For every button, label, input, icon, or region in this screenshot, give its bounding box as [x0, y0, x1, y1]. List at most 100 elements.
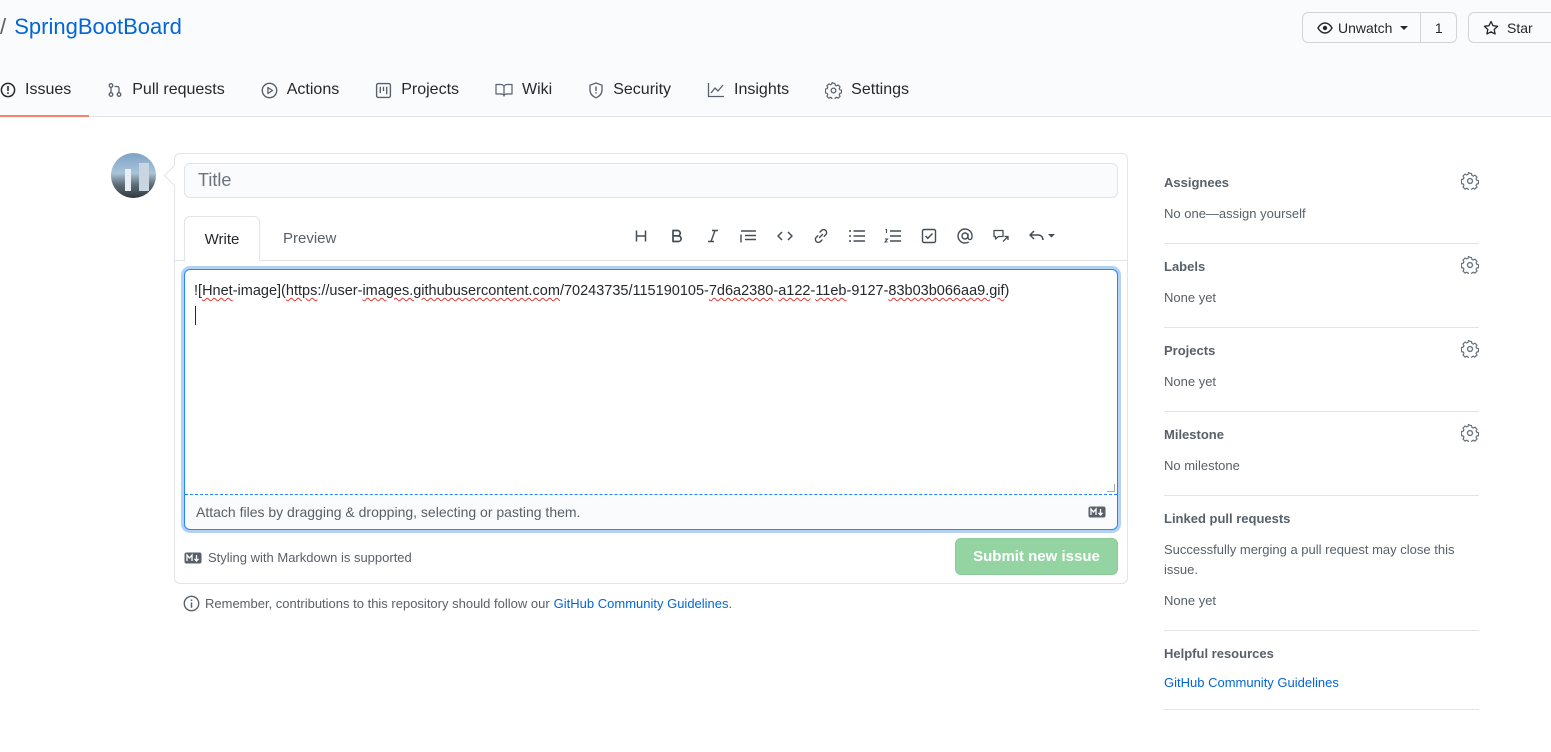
quote-button[interactable] — [739, 226, 759, 246]
tab-issues[interactable]: Issues — [0, 70, 90, 117]
quote-icon — [740, 230, 756, 243]
labels-title[interactable]: Labels — [1164, 259, 1479, 274]
italic-button[interactable] — [703, 226, 723, 246]
gear-icon[interactable] — [1461, 172, 1479, 190]
tab-wiki-label: Wiki — [522, 81, 553, 98]
star-label: Star — [1507, 19, 1533, 36]
tab-projects-label: Projects — [401, 81, 460, 98]
star-icon — [1483, 20, 1499, 35]
tab-projects[interactable]: Projects — [375, 70, 477, 110]
unwatch-button[interactable]: Unwatch — [1303, 13, 1422, 42]
ordered-list-button[interactable] — [883, 226, 903, 246]
linked-pull-requests-section: Linked pull requests Successfully mergin… — [1164, 496, 1479, 631]
tab-pull-requests-label: Pull requests — [132, 81, 225, 98]
code-icon — [777, 231, 793, 241]
unwatch-label: Unwatch — [1338, 19, 1393, 36]
link-button[interactable] — [811, 226, 831, 246]
eye-icon — [1317, 21, 1333, 34]
milestone-title[interactable]: Milestone — [1164, 427, 1479, 442]
reply-icon — [1029, 230, 1055, 241]
assignees-title[interactable]: Assignees — [1164, 175, 1479, 190]
markdown-note-text[interactable]: Styling with Markdown is supported — [208, 550, 412, 565]
path-separator: / — [0, 14, 7, 39]
tab-actions[interactable]: Actions — [261, 70, 357, 110]
attach-files-text: Attach files by dragging & dropping, sel… — [196, 504, 581, 520]
helpful-resources-title: Helpful resources — [1164, 646, 1274, 661]
cross-reference-icon — [993, 229, 1009, 242]
issue-icon — [0, 82, 16, 98]
shield-icon — [589, 81, 603, 98]
unordered-list-button[interactable] — [847, 226, 867, 246]
community-guidelines-link[interactable]: GitHub Community Guidelines — [554, 596, 729, 611]
projects-section: Projects None yet — [1164, 328, 1479, 412]
markdown-toolbar — [631, 226, 1059, 246]
assignees-value[interactable]: No one—assign yourself — [1164, 204, 1479, 224]
bold-icon — [672, 229, 682, 243]
tab-preview[interactable]: Preview — [283, 216, 336, 261]
linked-pull-requests-desc: Successfully merging a pull request may … — [1164, 542, 1455, 577]
community-guidelines-sidebar-link[interactable]: GitHub Community Guidelines — [1164, 675, 1479, 690]
task-list-button[interactable] — [919, 226, 939, 246]
unordered-list-icon — [849, 230, 865, 242]
linked-pull-requests-value: None yet — [1164, 593, 1217, 608]
reminder-end: . — [728, 596, 733, 611]
task-list-icon — [921, 228, 937, 244]
gear-icon[interactable] — [1461, 424, 1479, 442]
tab-settings-label: Settings — [851, 81, 909, 98]
tab-actions-label: Actions — [286, 81, 340, 98]
reply-button[interactable] — [1027, 226, 1059, 246]
projects-title[interactable]: Projects — [1164, 343, 1479, 358]
reference-button[interactable] — [991, 226, 1011, 246]
labels-value: None yet — [1164, 290, 1217, 305]
repo-title: / SpringBootBoard — [0, 14, 182, 40]
tab-insights[interactable]: Insights — [707, 70, 807, 110]
title-input[interactable] — [184, 163, 1118, 198]
play-icon — [261, 82, 278, 98]
repo-name-link[interactable]: SpringBootBoard — [14, 14, 182, 39]
link-icon — [814, 228, 828, 244]
tab-insights-label: Insights — [734, 81, 790, 98]
linked-pull-requests-title: Linked pull requests — [1164, 511, 1291, 526]
star-button[interactable]: Star — [1468, 12, 1551, 43]
book-icon — [495, 83, 513, 97]
tab-write[interactable]: Write — [184, 216, 260, 262]
code-button[interactable] — [775, 226, 795, 246]
markdown-note: Styling with Markdown is supported — [184, 550, 412, 565]
graph-icon — [707, 83, 725, 98]
issue-body-text: ![Hnet-image](https://user-images.github… — [194, 283, 1010, 299]
info-icon — [183, 595, 200, 612]
tab-wiki[interactable]: Wiki — [495, 70, 570, 110]
watch-control: Unwatch 1 — [1302, 12, 1457, 43]
project-icon — [376, 82, 392, 98]
repo-header: / SpringBootBoard Unwatch 1 Star Issues … — [0, 0, 1551, 117]
chevron-down-icon — [1400, 25, 1409, 30]
bold-button[interactable] — [667, 226, 687, 246]
resize-handle[interactable] — [1107, 484, 1115, 492]
tab-pull-requests[interactable]: Pull requests — [107, 70, 243, 110]
heading-button[interactable] — [631, 226, 651, 246]
avatar[interactable] — [111, 153, 156, 198]
issue-body-textarea[interactable]: ![Hnet-image](https://user-images.github… — [184, 269, 1118, 530]
gear-icon[interactable] — [1461, 340, 1479, 358]
reminder-text: Remember, contributions to this reposito… — [205, 596, 550, 611]
submit-new-issue-button[interactable]: Submit new issue — [955, 538, 1118, 575]
gear-icon — [825, 81, 843, 99]
markdown-icon — [184, 552, 202, 563]
repo-tabs: Issues Pull requests Actions Projects Wi… — [0, 70, 945, 117]
tab-settings[interactable]: Settings — [825, 70, 927, 110]
watchers-count[interactable]: 1 — [1421, 20, 1456, 36]
pull-request-icon — [108, 83, 122, 97]
guidelines-reminder: Remember, contributions to this reposito… — [183, 595, 732, 612]
attach-files-bar[interactable]: Attach files by dragging & dropping, sel… — [185, 494, 1117, 529]
projects-value: None yet — [1164, 374, 1217, 389]
text-cursor — [195, 306, 196, 325]
tab-security-label: Security — [613, 81, 672, 98]
gear-icon[interactable] — [1461, 256, 1479, 274]
ordered-list-icon — [884, 228, 901, 243]
milestone-value: No milestone — [1164, 458, 1240, 473]
assignees-section: Assignees No one—assign yourself — [1164, 160, 1479, 244]
heading-icon — [635, 230, 647, 242]
tab-security[interactable]: Security — [588, 70, 689, 110]
issue-sidebar: Assignees No one—assign yourself Labels … — [1164, 160, 1479, 710]
mention-button[interactable] — [955, 226, 975, 246]
